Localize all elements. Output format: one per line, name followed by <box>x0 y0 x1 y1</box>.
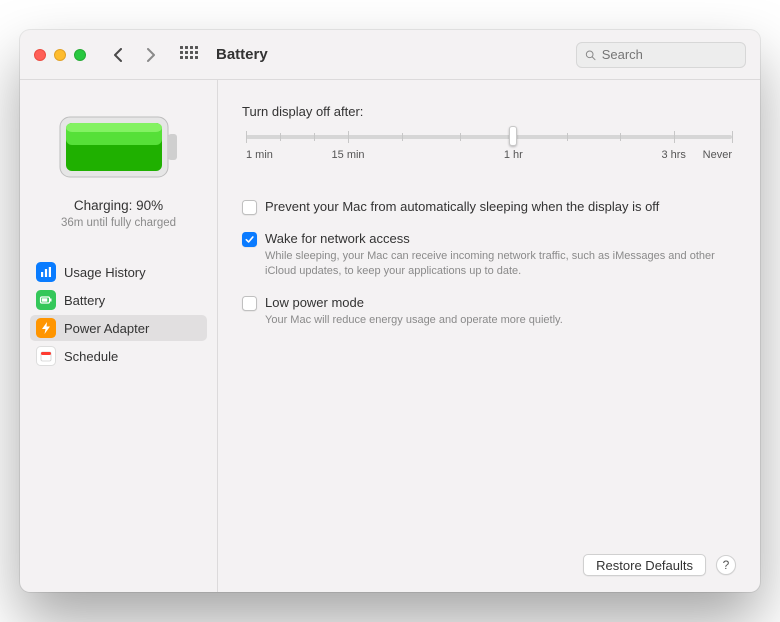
toolbar: Battery <box>20 30 760 80</box>
preferences-window: Battery Charging: 90% 36m until fully ch… <box>20 30 760 592</box>
pane-title: Battery <box>216 46 268 63</box>
search-icon <box>585 49 596 61</box>
checkbox-low-power-mode[interactable] <box>242 296 257 311</box>
battery-graphic <box>55 112 183 182</box>
checkbox-wake-for-network[interactable] <box>242 232 257 247</box>
display-off-slider[interactable]: 1 min 15 min 1 hr 3 hrs Never <box>246 129 732 165</box>
checkmark-icon <box>244 234 255 245</box>
restore-defaults-button[interactable]: Restore Defaults <box>583 554 706 576</box>
sidebar: Charging: 90% 36m until fully charged Us… <box>20 80 218 592</box>
battery-icon <box>36 290 56 310</box>
all-preferences-button[interactable] <box>176 43 202 67</box>
close-window-button[interactable] <box>34 49 46 61</box>
sidebar-item-battery[interactable]: Battery <box>30 287 207 313</box>
option-low-power-mode: Low power mode Your Mac will reduce ener… <box>242 295 736 328</box>
sidebar-item-label: Schedule <box>64 349 118 364</box>
chevron-left-icon <box>113 48 122 62</box>
minimize-window-button[interactable] <box>54 49 66 61</box>
option-label: Low power mode <box>265 295 736 310</box>
forward-button[interactable] <box>138 43 164 67</box>
sidebar-item-schedule[interactable]: Schedule <box>30 343 207 369</box>
sidebar-item-power-adapter[interactable]: Power Adapter <box>30 315 207 341</box>
calendar-icon <box>36 346 56 366</box>
chevron-right-icon <box>147 48 156 62</box>
help-button[interactable]: ? <box>716 555 736 575</box>
option-description: While sleeping, your Mac can receive inc… <box>265 249 736 279</box>
bolt-icon <box>36 318 56 338</box>
search-field[interactable] <box>576 42 746 68</box>
sidebar-list: Usage History Battery Power Adapter <box>30 259 207 369</box>
slider-label: Turn display off after: <box>242 104 736 119</box>
charging-status: Charging: 90% <box>74 198 163 213</box>
checkbox-prevent-sleep[interactable] <box>242 200 257 215</box>
sidebar-item-label: Battery <box>64 293 105 308</box>
search-input[interactable] <box>602 47 737 62</box>
sidebar-item-label: Usage History <box>64 265 146 280</box>
sidebar-item-label: Power Adapter <box>64 321 149 336</box>
slider-thumb[interactable] <box>509 126 517 146</box>
option-prevent-sleep: Prevent your Mac from automatically slee… <box>242 199 736 215</box>
option-label: Wake for network access <box>265 231 736 246</box>
option-wake-for-network: Wake for network access While sleeping, … <box>242 231 736 279</box>
body: Charging: 90% 36m until fully charged Us… <box>20 80 760 592</box>
time-remaining: 36m until fully charged <box>61 217 176 229</box>
footer: Restore Defaults ? <box>242 554 736 576</box>
back-button[interactable] <box>104 43 130 67</box>
options-list: Prevent your Mac from automatically slee… <box>242 199 736 328</box>
grid-icon <box>180 46 198 64</box>
zoom-window-button[interactable] <box>74 49 86 61</box>
chart-bar-icon <box>36 262 56 282</box>
option-label: Prevent your Mac from automatically slee… <box>265 199 736 214</box>
sidebar-item-usage-history[interactable]: Usage History <box>30 259 207 285</box>
slider-ticks <box>246 131 732 143</box>
main-content: Turn display off after: <box>218 80 760 592</box>
option-description: Your Mac will reduce energy usage and op… <box>265 313 736 328</box>
window-controls <box>34 49 86 61</box>
